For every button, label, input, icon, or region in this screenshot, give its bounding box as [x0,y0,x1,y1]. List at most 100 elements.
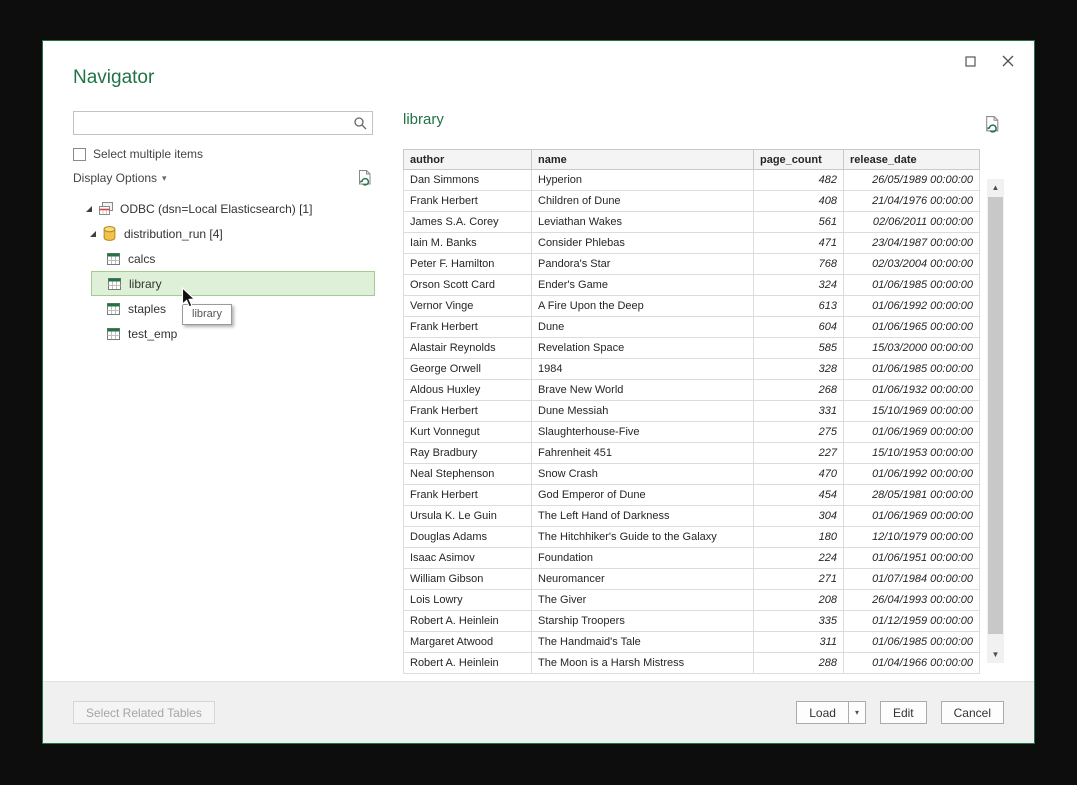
select-multiple-checkbox[interactable] [73,148,86,161]
scroll-up-button[interactable]: ▲ [987,179,1004,196]
column-header-name: name [532,150,754,170]
tree-item-label: staples [128,302,166,316]
dialog-footer: Select Related Tables Load ▾ Edit Cancel [43,681,1034,743]
tree-item-staples[interactable]: staples [91,296,375,321]
table-row: Neal StephensonSnow Crash47001/06/1992 0… [404,464,980,485]
table-cell: 328 [754,359,844,380]
table-cell: Frank Herbert [404,191,532,212]
table-cell: 01/06/1965 00:00:00 [844,317,980,338]
page-title: Navigator [73,67,154,89]
table-row: Frank HerbertGod Emperor of Dune45428/05… [404,485,980,506]
table-cell: 01/06/1992 00:00:00 [844,464,980,485]
tree-item-calcs[interactable]: calcs [91,246,375,271]
table-cell: 208 [754,590,844,611]
table-icon [107,328,122,340]
table-cell: 227 [754,443,844,464]
display-options-dropdown[interactable]: Display Options ▾ [73,171,167,185]
table-cell: 471 [754,233,844,254]
select-multiple-row: Select multiple items [73,147,203,161]
table-cell: Isaac Asimov [404,548,532,569]
maximize-button[interactable] [956,49,984,73]
table-row: Ursula K. Le GuinThe Left Hand of Darkne… [404,506,980,527]
table-cell: 613 [754,296,844,317]
table-row: Isaac AsimovFoundation22401/06/1951 00:0… [404,548,980,569]
maximize-icon [965,56,976,67]
load-split-button: Load ▾ [796,701,866,724]
table-cell: 311 [754,632,844,653]
load-button[interactable]: Load [796,701,848,724]
preview-scrollbar[interactable]: ▲ ▼ [987,179,1004,663]
table-cell: 768 [754,254,844,275]
tree-item-odbc-dsn-local-elasticsearch-1[interactable]: ODBC (dsn=Local Elasticsearch) [1] [73,196,375,221]
table-icon [107,253,122,265]
table-row: Ray BradburyFahrenheit 45122715/10/1953 … [404,443,980,464]
table-cell: 23/04/1987 00:00:00 [844,233,980,254]
refresh-icon[interactable] [357,169,373,187]
cancel-button[interactable]: Cancel [941,701,1004,724]
table-row: George Orwell198432801/06/1985 00:00:00 [404,359,980,380]
table-cell: 454 [754,485,844,506]
tree-item-test-emp[interactable]: test_emp [91,321,375,346]
table-cell: 561 [754,212,844,233]
table-cell: A Fire Upon the Deep [532,296,754,317]
preview-table: authornamepage_countrelease_dateDan Simm… [403,149,980,674]
table-cell: Revelation Space [532,338,754,359]
table-cell: 304 [754,506,844,527]
table-cell: Foundation [532,548,754,569]
tree-item-library[interactable]: library [91,271,375,296]
close-button[interactable] [994,49,1022,73]
table-cell: The Moon is a Harsh Mistress [532,653,754,674]
table-icon [108,278,123,290]
table-row: Frank HerbertDune Messiah33115/10/1969 0… [404,401,980,422]
table-cell: 335 [754,611,844,632]
select-related-tables-button[interactable]: Select Related Tables [73,701,215,724]
table-cell: Hyperion [532,170,754,191]
table-cell: The Left Hand of Darkness [532,506,754,527]
tree-item-label: ODBC (dsn=Local Elasticsearch) [1] [120,202,312,216]
table-row: Aldous HuxleyBrave New World26801/06/193… [404,380,980,401]
tooltip: library [182,304,232,325]
table-cell: 12/10/1979 00:00:00 [844,527,980,548]
expand-toggle-icon[interactable] [85,205,96,213]
table-cell: Ender's Game [532,275,754,296]
scrollbar-track[interactable] [987,196,1004,646]
search-input[interactable] [74,113,348,133]
table-cell: 01/06/1992 00:00:00 [844,296,980,317]
refresh-preview-icon[interactable] [984,115,1001,139]
table-row: Alastair ReynoldsRevelation Space58515/0… [404,338,980,359]
display-options-label: Display Options [73,171,157,185]
table-cell: Children of Dune [532,191,754,212]
table-cell: Dune Messiah [532,401,754,422]
table-row: Frank HerbertDune60401/06/1965 00:00:00 [404,317,980,338]
select-multiple-label: Select multiple items [93,147,203,161]
table-cell: 15/10/1953 00:00:00 [844,443,980,464]
search-icon[interactable] [348,116,372,130]
table-cell: Robert A. Heinlein [404,611,532,632]
table-cell: Snow Crash [532,464,754,485]
tree-item-label: test_emp [128,327,177,341]
table-cell: 01/06/1969 00:00:00 [844,506,980,527]
table-cell: The Handmaid's Tale [532,632,754,653]
table-cell: Ray Bradbury [404,443,532,464]
scrollbar-thumb[interactable] [988,197,1003,634]
table-cell: 01/06/1969 00:00:00 [844,422,980,443]
tree-item-distribution-run-4[interactable]: distribution_run [4] [73,221,375,246]
edit-button[interactable]: Edit [880,701,927,724]
table-cell: Iain M. Banks [404,233,532,254]
table-cell: The Giver [532,590,754,611]
table-cell: 26/04/1993 00:00:00 [844,590,980,611]
scroll-down-button[interactable]: ▼ [987,646,1004,663]
table-icon [107,303,122,315]
table-cell: 28/05/1981 00:00:00 [844,485,980,506]
close-icon [1002,55,1014,67]
table-cell: 288 [754,653,844,674]
load-dropdown-button[interactable]: ▾ [848,701,866,724]
expand-toggle-icon[interactable] [89,230,100,238]
table-cell: Leviathan Wakes [532,212,754,233]
table-cell: George Orwell [404,359,532,380]
tree-item-label: library [129,277,162,291]
table-cell: Dan Simmons [404,170,532,191]
table-cell: Brave New World [532,380,754,401]
table-cell: 408 [754,191,844,212]
table-cell: 02/03/2004 00:00:00 [844,254,980,275]
